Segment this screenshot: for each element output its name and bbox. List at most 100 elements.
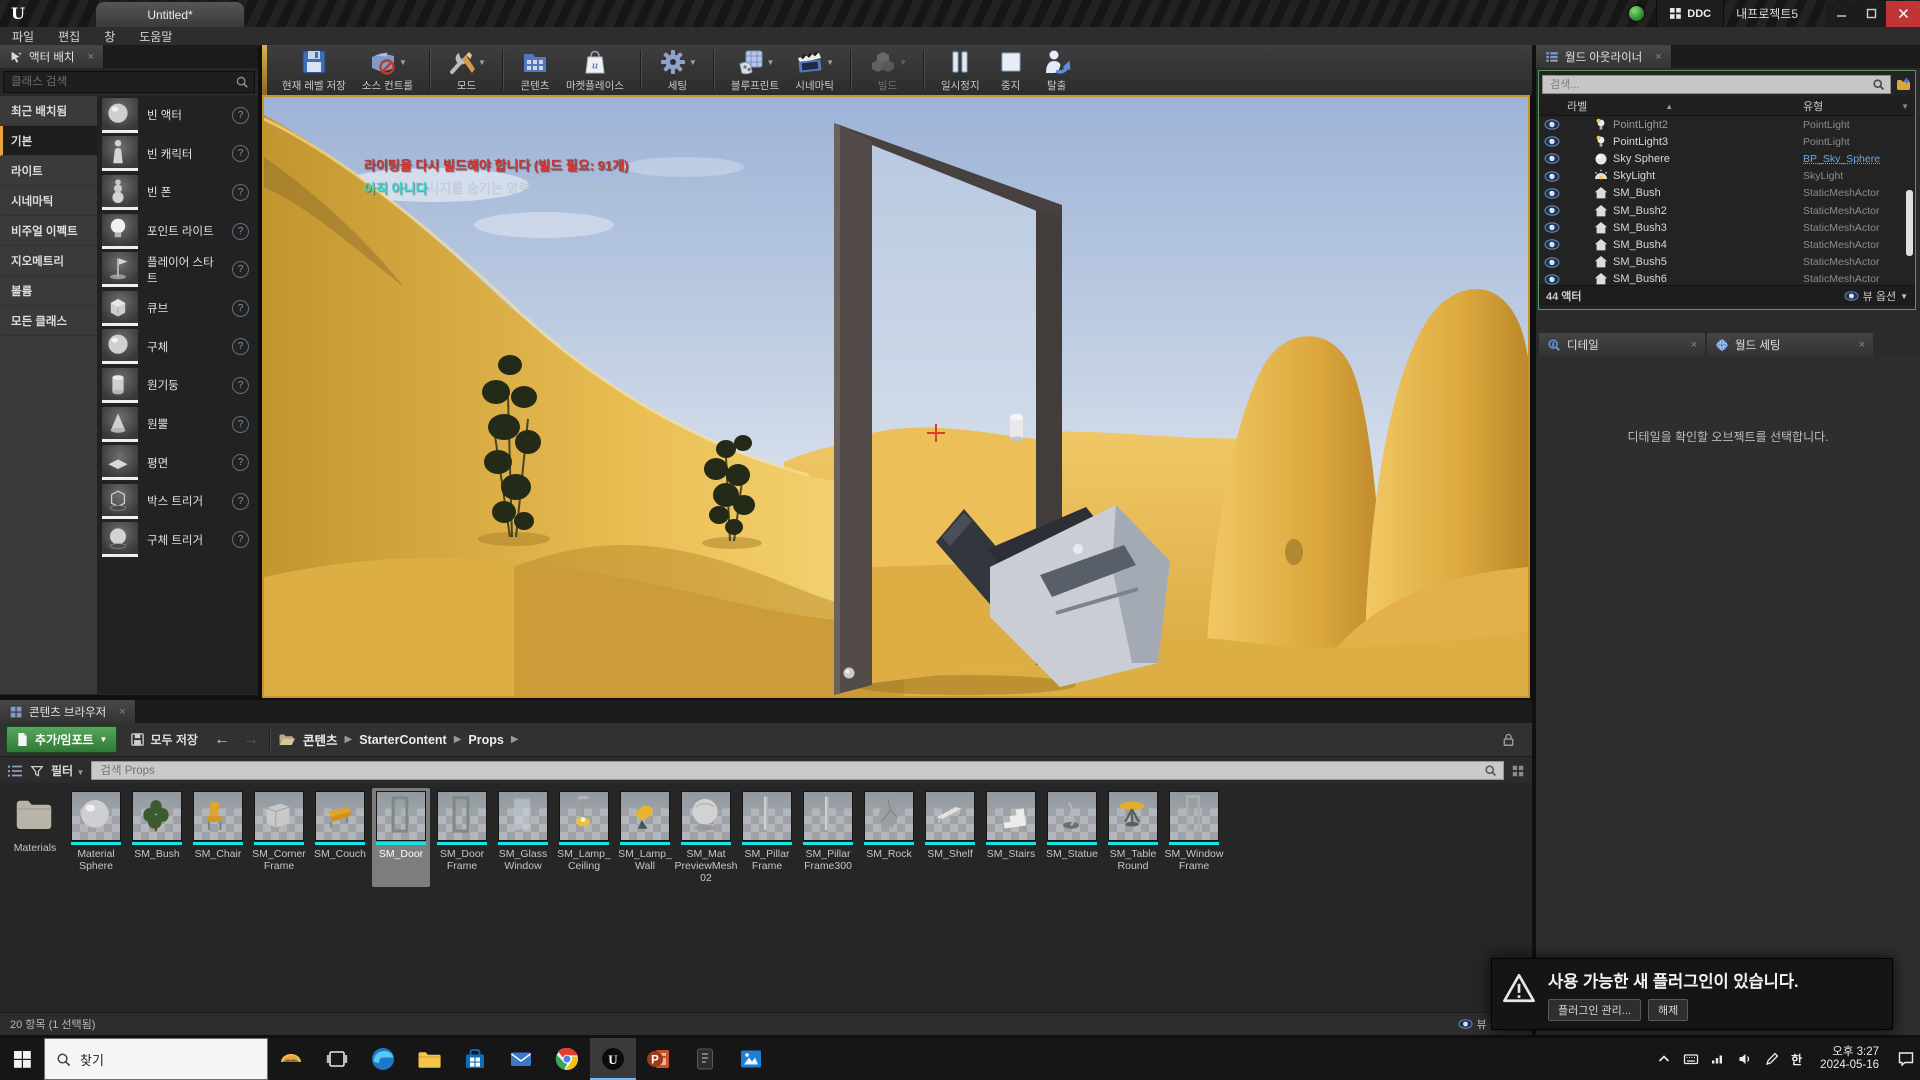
toolbar-content-button[interactable]: 콘텐츠 (512, 46, 558, 95)
place-item-구체[interactable]: 구체? (97, 328, 258, 367)
visibility-eye-icon[interactable] (1539, 118, 1569, 131)
taskbar-app-photos-icon[interactable] (728, 1038, 774, 1080)
place-item-포인트 라이트[interactable]: 포인트 라이트? (97, 212, 258, 251)
maximize-button[interactable] (1856, 1, 1886, 27)
outliner-row-PointLight2[interactable]: PointLight2PointLight (1539, 116, 1915, 133)
toast-button-플러그인 관리[interactable]: 플러그인 관리... (1548, 999, 1641, 1021)
category-시네마틱[interactable]: 시네마틱 (0, 186, 97, 216)
save-all-button[interactable]: 모두 저장 (124, 731, 204, 748)
notification-center-icon[interactable] (1897, 1050, 1915, 1068)
tab-world-outliner[interactable]: 월드 아웃라이너 × (1536, 45, 1672, 68)
asset-SM_Stairs[interactable]: SM_Stairs (982, 788, 1040, 887)
asset-SM_Corner Frame[interactable]: SM_Corner Frame (250, 788, 308, 887)
class-search-input[interactable] (9, 75, 235, 89)
visibility-eye-icon[interactable] (1539, 256, 1569, 269)
taskbar-app-edge-icon[interactable] (360, 1038, 406, 1080)
help-icon[interactable]: ? (232, 416, 249, 433)
visibility-eye-icon[interactable] (1539, 152, 1569, 165)
toolbar-source-control-button[interactable]: ▼소스 컨트롤 (354, 46, 421, 95)
help-icon[interactable]: ? (232, 184, 249, 201)
place-item-빈 폰[interactable]: 빈 폰? (97, 173, 258, 212)
place-item-원뿔[interactable]: 원뿔? (97, 405, 258, 444)
close-tab-icon[interactable]: × (88, 51, 94, 63)
asset-SM_Lamp_ Wall[interactable]: SM_Lamp_ Wall (616, 788, 674, 887)
toolbar-eject-button[interactable]: 탈출 (1034, 46, 1080, 95)
asset-SM_Bush[interactable]: SM_Bush (128, 788, 186, 887)
help-icon[interactable]: ? (232, 261, 249, 278)
close-tab-icon[interactable]: × (119, 706, 125, 718)
outliner-header[interactable]: 라벨 ▲ 유형 ▼ (1539, 97, 1915, 116)
widgets-weather-icon[interactable] (268, 1038, 314, 1080)
outliner-row-SkyLight[interactable]: SkyLightSkyLight (1539, 168, 1915, 185)
taskbar-app-file-explorer-icon[interactable] (406, 1038, 452, 1080)
outliner-row-SM_Bush2[interactable]: SM_Bush2StaticMeshActor (1539, 202, 1915, 219)
new-folder-icon[interactable] (1895, 77, 1912, 92)
place-item-빈 캐릭터[interactable]: 빈 캐릭터? (97, 135, 258, 174)
asset-SM_Couch[interactable]: SM_Couch (311, 788, 369, 887)
outliner-row-SM_Bush4[interactable]: SM_Bush4StaticMeshActor (1539, 236, 1915, 253)
asset-search-input[interactable] (98, 764, 1484, 778)
close-tab-icon[interactable]: × (1859, 339, 1865, 351)
toolbar-cinematics-button[interactable]: ▼시네마틱 (787, 46, 842, 95)
help-icon[interactable]: ? (232, 377, 249, 394)
asset-SM_Chair[interactable]: SM_Chair (189, 788, 247, 887)
asset-SM_Pillar Frame300[interactable]: SM_Pillar Frame300 (799, 788, 857, 887)
category-지오메트리[interactable]: 지오메트리 (0, 246, 97, 276)
visibility-eye-icon[interactable] (1539, 204, 1569, 217)
toast-button-해제[interactable]: 해제 (1648, 999, 1688, 1021)
tab-details[interactable]: i 디테일 × (1539, 333, 1705, 356)
help-icon[interactable]: ? (232, 338, 249, 355)
ddc-button[interactable]: DDC (1656, 0, 1724, 27)
tray-touch-keyboard-icon[interactable] (1683, 1051, 1699, 1067)
toolbar-blueprints-button[interactable]: ▼블루프린트 (723, 46, 787, 95)
asset-Materials[interactable]: Materials (6, 788, 64, 887)
category-볼륨[interactable]: 볼륨 (0, 276, 97, 306)
menu-도움말[interactable]: 도움말 (127, 28, 184, 45)
asset-SM_Mat PreviewMesh 02[interactable]: SM_Mat PreviewMesh 02 (677, 788, 735, 887)
category-모든 클래스[interactable]: 모든 클래스 (0, 306, 97, 336)
task-view-icon[interactable] (314, 1038, 360, 1080)
view-settings-icon[interactable] (1511, 764, 1525, 778)
toolbar-stop-button[interactable]: 중지 (988, 46, 1034, 95)
breadcrumb-콘텐츠[interactable]: 콘텐츠 (303, 730, 338, 749)
tab-content-browser[interactable]: 콘텐츠 브라우저 × (0, 700, 136, 723)
help-icon[interactable]: ? (232, 300, 249, 317)
breadcrumb-Props[interactable]: Props (468, 733, 503, 747)
taskbar-app-chrome-icon[interactable] (544, 1038, 590, 1080)
place-item-원기둥[interactable]: 원기둥? (97, 366, 258, 405)
asset-SM_Lamp_ Ceiling[interactable]: SM_Lamp_ Ceiling (555, 788, 613, 887)
taskbar-app-powerpoint-icon[interactable]: P (636, 1038, 682, 1080)
minimize-button[interactable] (1826, 1, 1856, 27)
outliner-search-input[interactable] (1548, 78, 1872, 92)
visibility-eye-icon[interactable] (1539, 187, 1569, 200)
toolbar-marketplace-button[interactable]: u마켓플레이스 (558, 46, 632, 95)
asset-SM_Shelf[interactable]: SM_Shelf (921, 788, 979, 887)
taskbar-app-mail-icon[interactable] (498, 1038, 544, 1080)
help-icon[interactable]: ? (232, 107, 249, 124)
level-tab[interactable]: Untitled* (95, 1, 245, 28)
category-최근 배치됨[interactable]: 최근 배치됨 (0, 96, 97, 126)
asset-SM_Window Frame[interactable]: SM_Window Frame (1165, 788, 1223, 887)
ime-indicator[interactable]: 한 (1791, 1051, 1802, 1068)
help-icon[interactable]: ? (232, 454, 249, 471)
level-viewport[interactable]: 라이팅을 다시 빌드해야 합니다 (빌드 필요: 91개) 아직 아니다시지를 … (262, 95, 1530, 698)
outliner-row-SM_Bush[interactable]: SM_BushStaticMeshActor (1539, 185, 1915, 202)
visibility-eye-icon[interactable] (1539, 170, 1569, 183)
back-button[interactable]: ← (211, 731, 233, 749)
breadcrumb-StarterContent[interactable]: StarterContent (359, 733, 447, 747)
start-button[interactable] (0, 1038, 44, 1080)
toolbar-save-level-button[interactable]: 현재 레벨 저장 (274, 46, 354, 95)
asset-SM_Rock[interactable]: SM_Rock (860, 788, 918, 887)
actor-type[interactable]: BP_Sky_Sphere (1803, 153, 1915, 165)
add-import-button[interactable]: 추가/임포트 ▼ (6, 726, 117, 753)
tab-world-settings[interactable]: 월드 세팅 × (1707, 333, 1873, 356)
help-icon[interactable]: ? (232, 223, 249, 240)
place-item-플레이어 스타트[interactable]: 플레이어 스타트? (97, 250, 258, 289)
tray-volume-icon[interactable] (1737, 1051, 1753, 1067)
place-item-구체 트리거[interactable]: 구체 트리거? (97, 521, 258, 560)
outliner-row-Sky Sphere[interactable]: Sky SphereBP_Sky_Sphere (1539, 150, 1915, 167)
place-item-평면[interactable]: 평면? (97, 443, 258, 482)
category-기본[interactable]: 기본 (0, 126, 97, 156)
asset-SM_Door Frame[interactable]: SM_Door Frame (433, 788, 491, 887)
close-tab-icon[interactable]: × (1655, 51, 1661, 63)
